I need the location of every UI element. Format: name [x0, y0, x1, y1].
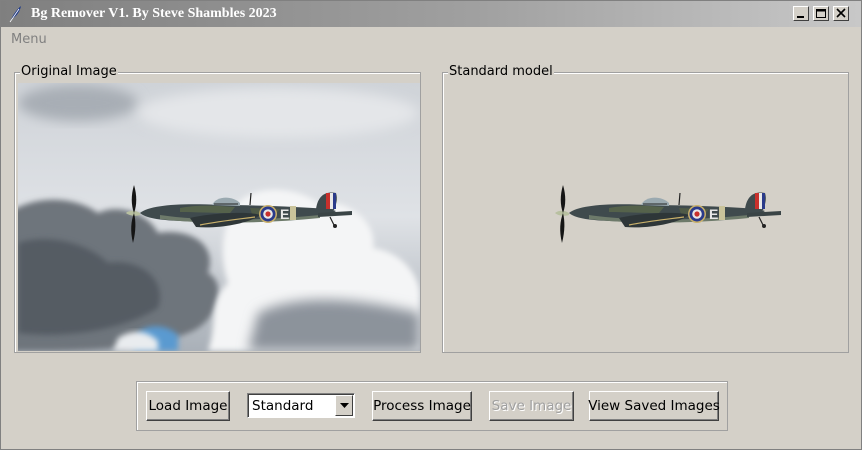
view-saved-images-button[interactable]: View Saved Images — [588, 391, 720, 421]
dropdown-arrow-button[interactable] — [335, 395, 353, 416]
window-title: Bg Remover V1. By Steve Shambles 2023 — [31, 6, 277, 21]
model-select-value: Standard — [252, 398, 314, 414]
processed-image — [446, 83, 848, 351]
title-bar[interactable]: Bg Remover V1. By Steve Shambles 2023 — [1, 1, 861, 27]
minimize-button[interactable] — [793, 6, 809, 21]
processed-image-frame: Standard model — [442, 65, 849, 353]
minimize-icon — [797, 16, 804, 18]
model-select[interactable]: Standard — [247, 393, 355, 418]
close-button[interactable] — [833, 6, 849, 21]
feather-icon — [9, 6, 21, 23]
maximize-button[interactable] — [813, 6, 829, 21]
chevron-down-icon — [340, 403, 349, 408]
original-image-frame: Original Image — [14, 65, 421, 353]
save-image-button[interactable]: Save Image — [489, 391, 574, 421]
controls-frame: Load Image Standard Process Image Save I… — [136, 381, 728, 431]
process-image-button[interactable]: Process Image — [372, 391, 472, 421]
processed-image-label: Standard model — [448, 64, 554, 79]
menu-item-menu[interactable]: Menu — [11, 32, 47, 47]
menu-bar: Menu — [1, 29, 861, 49]
app-window: Bg Remover V1. By Steve Shambles 2023 Me… — [0, 0, 862, 450]
original-image — [18, 83, 420, 351]
load-image-button[interactable]: Load Image — [146, 391, 230, 421]
original-image-label: Original Image — [20, 64, 118, 79]
close-icon — [836, 8, 846, 18]
maximize-icon — [816, 9, 826, 18]
